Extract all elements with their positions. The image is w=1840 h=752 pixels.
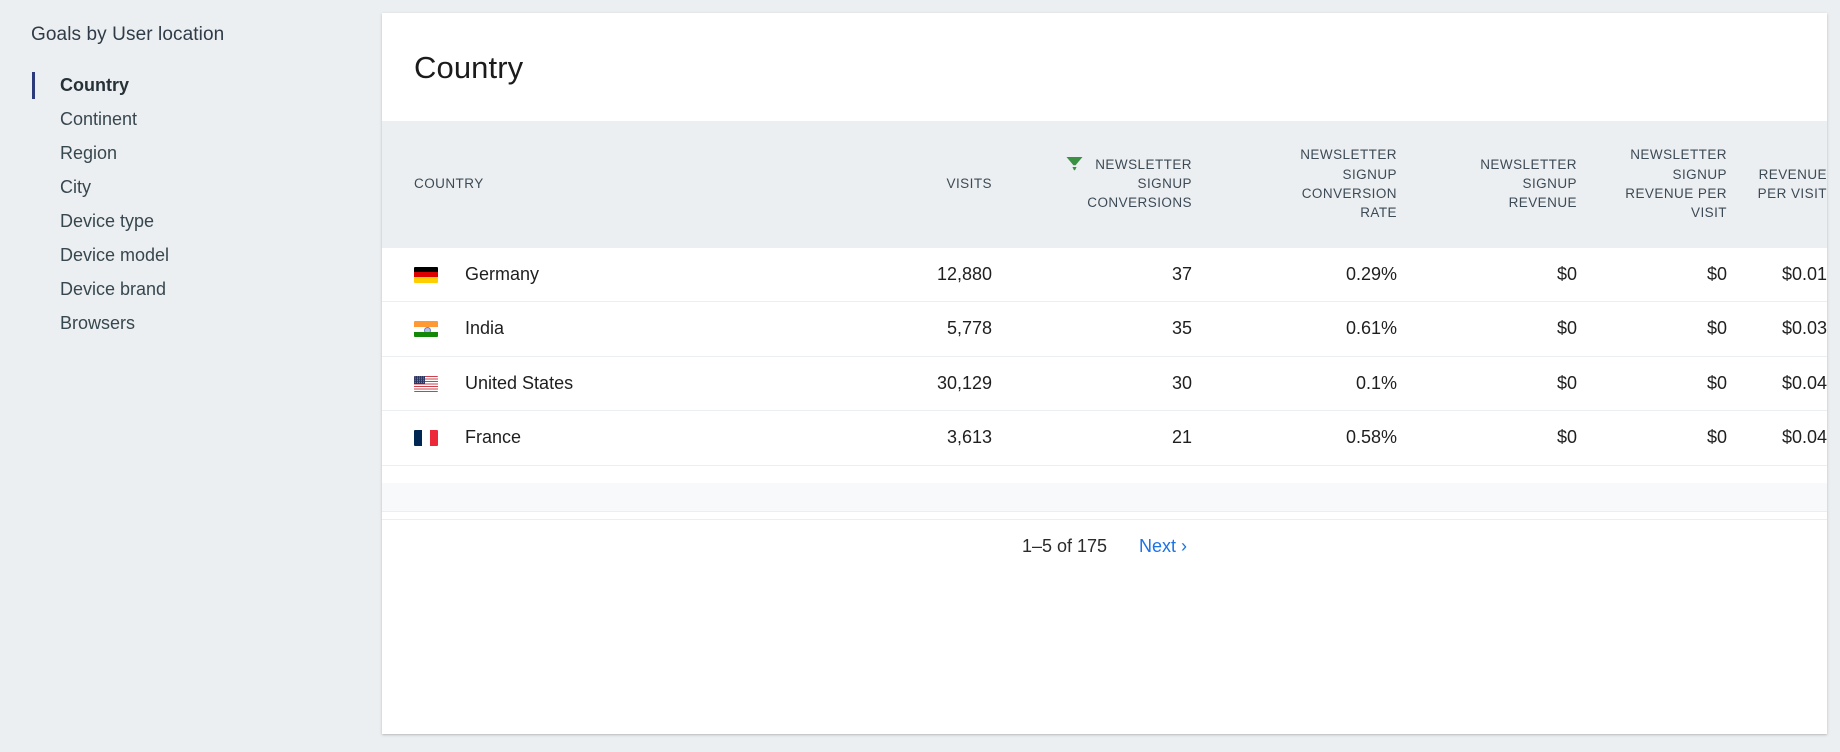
sidebar-item-label: City: [60, 177, 91, 197]
sidebar-item-label: Browsers: [60, 313, 135, 333]
goal-funnel-icon: [1066, 156, 1083, 175]
cell-revenue-per-visit: $0.04: [1727, 411, 1827, 466]
flag-germany-icon: [414, 267, 438, 283]
sidebar-item-label: Device brand: [60, 279, 166, 299]
column-header-newsletter-signup-conversions[interactable]: NEWSLETTER SIGNUP CONVERSIONS: [992, 121, 1192, 247]
sidebar-item-label: Country: [60, 75, 129, 95]
country-report-table: COUNTRY VISITS NEWSLETTER SIGNUP: [382, 121, 1827, 520]
sidebar-title: Goals by User location: [31, 24, 224, 46]
pagination: 1–5 of 175 Next ›: [382, 511, 1827, 581]
cell-country: Germany: [382, 247, 802, 302]
cell-revenue-per-visit: $0.03: [1727, 302, 1827, 357]
cell-revenue: $0: [1397, 356, 1577, 411]
sidebar-item-browsers[interactable]: Browsers: [0, 306, 382, 340]
cell-country: India: [382, 302, 802, 357]
column-header-newsletter-signup-conversion-rate[interactable]: NEWSLETTER SIGNUP CONVERSION RATE: [1192, 121, 1397, 247]
cell-conversion-rate: 0.58%: [1192, 411, 1397, 466]
cell-conversion-rate: 0.61%: [1192, 302, 1397, 357]
cell-country: United States: [382, 356, 802, 411]
cell-visits: 3,613: [802, 411, 992, 466]
flag-france-icon: [414, 430, 438, 446]
cell-conversion-rate: 0.1%: [1192, 356, 1397, 411]
app-root: Goals by User location Country Continent…: [0, 0, 1840, 752]
column-header-country[interactable]: COUNTRY: [382, 121, 802, 247]
sidebar-item-country[interactable]: Country: [0, 68, 382, 102]
cell-visits: 30,129: [802, 356, 992, 411]
cell-conversions: 30: [992, 356, 1192, 411]
cell-revenue-per-visit-goal: $0: [1577, 356, 1727, 411]
sidebar-item-label: Device type: [60, 211, 154, 231]
cell-revenue: $0: [1397, 247, 1577, 302]
table-row[interactable]: United States 30,129 30 0.1% $0 $0 $0.04: [382, 356, 1827, 411]
country-name: India: [465, 318, 504, 339]
sidebar-item-label: Continent: [60, 109, 137, 129]
table-header: COUNTRY VISITS NEWSLETTER SIGNUP: [382, 121, 1827, 247]
column-header-newsletter-signup-revenue-per-visit[interactable]: NEWSLETTER SIGNUP REVENUE PER VISIT: [1577, 121, 1727, 247]
sidebar-item-device-model[interactable]: Device model: [0, 238, 382, 272]
sidebar: Goals by User location Country Continent…: [0, 0, 382, 752]
sidebar-nav-list: Country Continent Region City Device typ…: [0, 68, 382, 340]
country-name: France: [465, 427, 521, 448]
sidebar-item-device-type[interactable]: Device type: [0, 204, 382, 238]
cell-revenue-per-visit-goal: $0: [1577, 411, 1727, 466]
cell-country: France: [382, 411, 802, 466]
report-card: Country COUNTRY VISITS: [382, 13, 1827, 734]
cell-revenue: $0: [1397, 411, 1577, 466]
cell-visits: 5,778: [802, 302, 992, 357]
cell-conversions: 37: [992, 247, 1192, 302]
cell-conversions: 35: [992, 302, 1192, 357]
pagination-range: 1–5 of 175: [1022, 536, 1107, 557]
sidebar-item-continent[interactable]: Continent: [0, 102, 382, 136]
flag-india-icon: [414, 321, 438, 337]
active-indicator-bar: [32, 72, 35, 99]
sidebar-item-region[interactable]: Region: [0, 136, 382, 170]
column-header-visits[interactable]: VISITS: [802, 121, 992, 247]
table-row[interactable]: France 3,613 21 0.58% $0 $0 $0.04: [382, 411, 1827, 466]
table-row[interactable]: India 5,778 35 0.61% $0 $0 $0.03: [382, 302, 1827, 357]
table-filler-strip: [382, 483, 1827, 512]
page-title: Country: [414, 50, 523, 86]
sidebar-item-device-brand[interactable]: Device brand: [0, 272, 382, 306]
country-name: United States: [465, 373, 573, 394]
cell-revenue-per-visit-goal: $0: [1577, 247, 1727, 302]
cell-conversions: 21: [992, 411, 1192, 466]
sidebar-item-city[interactable]: City: [0, 170, 382, 204]
column-header-newsletter-signup-revenue[interactable]: NEWSLETTER SIGNUP REVENUE: [1397, 121, 1577, 247]
cell-revenue-per-visit: $0.01: [1727, 247, 1827, 302]
cell-revenue-per-visit-goal: $0: [1577, 302, 1727, 357]
sidebar-item-label: Region: [60, 143, 117, 163]
table-header-row: COUNTRY VISITS NEWSLETTER SIGNUP: [382, 121, 1827, 247]
table-body: Germany 12,880 37 0.29% $0 $0 $0.01 Indi…: [382, 247, 1827, 520]
table-row[interactable]: Germany 12,880 37 0.29% $0 $0 $0.01: [382, 247, 1827, 302]
cell-revenue: $0: [1397, 302, 1577, 357]
cell-visits: 12,880: [802, 247, 992, 302]
column-header-revenue-per-visit[interactable]: REVENUE PER VISIT: [1727, 121, 1827, 247]
cell-revenue-per-visit: $0.04: [1727, 356, 1827, 411]
flag-united-states-icon: [414, 376, 438, 392]
sidebar-item-label: Device model: [60, 245, 169, 265]
next-page-link[interactable]: Next ›: [1139, 536, 1187, 557]
cell-conversion-rate: 0.29%: [1192, 247, 1397, 302]
country-name: Germany: [465, 264, 539, 285]
